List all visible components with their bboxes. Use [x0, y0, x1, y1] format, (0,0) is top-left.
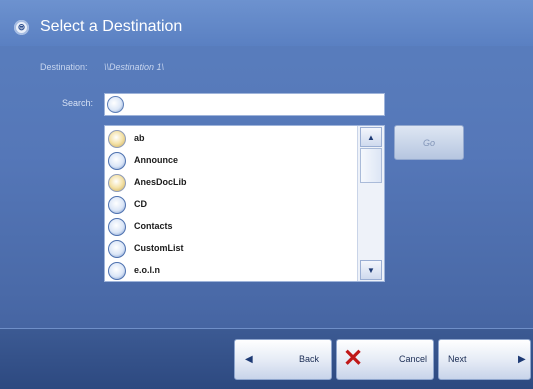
- next-button[interactable]: Next ▶: [438, 339, 531, 380]
- list-item-label: Announce: [134, 155, 178, 165]
- globe-icon: [108, 196, 126, 214]
- go-button[interactable]: Go: [394, 125, 464, 160]
- scroll-down-button[interactable]: ▼: [360, 260, 382, 280]
- back-button-label: Back: [299, 354, 320, 364]
- app-icon: ⊜: [14, 20, 29, 35]
- list-item[interactable]: ab: [105, 128, 357, 150]
- destination-dialog: ⊜ Select a Destination Destination: \\De…: [0, 0, 533, 389]
- title-bar: ⊜ Select a Destination: [0, 0, 533, 46]
- destination-label: Destination:: [40, 62, 88, 72]
- arrow-right-icon: ▶: [518, 354, 526, 365]
- close-icon: ✕: [343, 345, 364, 372]
- chevron-up-icon: ▲: [367, 132, 375, 142]
- list-item-label: ab: [134, 133, 145, 143]
- list-item[interactable]: AnesDocLib: [105, 172, 357, 194]
- scroll-up-button[interactable]: ▲: [360, 127, 382, 147]
- search-input[interactable]: [129, 97, 379, 112]
- globe-icon: [108, 262, 126, 280]
- search-field[interactable]: [104, 93, 385, 116]
- list-item[interactable]: e.o.l.n: [105, 260, 357, 281]
- list-item-label: CD: [134, 199, 147, 209]
- globe-icon: [108, 218, 126, 236]
- list-item[interactable]: CD: [105, 194, 357, 216]
- globe-icon: [108, 152, 126, 170]
- scroll-thumb[interactable]: [360, 148, 382, 183]
- back-button[interactable]: ◀ Back: [234, 339, 332, 380]
- chevron-down-icon: ▼: [367, 265, 375, 275]
- go-button-label: Go: [422, 137, 435, 148]
- folder-icon: [108, 130, 126, 148]
- list-item-label: e.o.l.n: [134, 265, 161, 275]
- search-icon: [107, 96, 124, 113]
- list-item[interactable]: Announce: [105, 150, 357, 172]
- list-scrollbar[interactable]: ▲ ▼: [357, 126, 384, 281]
- folder-icon: [108, 174, 126, 192]
- destination-list: ab Announce AnesDocLib CD Contacts Custo…: [104, 125, 385, 282]
- cancel-button[interactable]: ✕ Cancel: [336, 339, 434, 380]
- list-item-label: CustomList: [134, 243, 184, 253]
- list-item-label: AnesDocLib: [134, 177, 187, 187]
- next-button-label: Next: [448, 354, 467, 364]
- search-label: Search:: [62, 98, 94, 108]
- globe-icon: [108, 240, 126, 258]
- destination-value: \\Destination 1\: [104, 62, 165, 72]
- list-item[interactable]: Contacts: [105, 216, 357, 238]
- cancel-button-label: Cancel: [399, 354, 428, 364]
- list-item[interactable]: CustomList: [105, 238, 357, 260]
- list-item-label: Contacts: [134, 221, 173, 231]
- window-title: Select a Destination: [40, 18, 183, 35]
- arrow-left-icon: ◀: [245, 354, 253, 365]
